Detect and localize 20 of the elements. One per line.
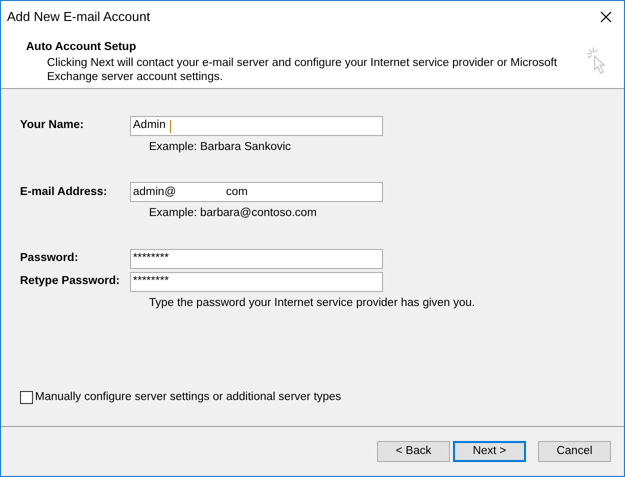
window-title: Add New E-mail Account [7,8,150,26]
hint-text: Example: Barbara Sankovic [148,140,292,155]
dialog-button[interactable]: < Back [377,441,450,462]
hint-text: Type the password your Internet service provider has given you. [148,296,476,310]
input-field[interactable]: admin@ com [130,182,383,202]
section-title: Auto Account Setup [26,40,138,55]
input-field[interactable]: Admin [130,116,383,136]
field-label: Retype Password: [20,274,121,289]
field-label: Password: [20,250,80,266]
checkbox[interactable] [20,390,33,404]
close-icon[interactable] [600,11,612,23]
dialog-button[interactable]: Cancel [538,441,611,462]
checkbox-label[interactable]: Manually configure server settings or additional server types [35,388,342,406]
hint-text: Example: barbara@contoso.com [148,206,318,222]
field-label: Your Name: [20,118,85,134]
input-field[interactable]: ******** [130,248,383,268]
section-description: Clicking Next will contact your e-mail server and configure your Internet service provider or Microsoft Exchange server account settings. [46,56,558,84]
input-field[interactable]: ******** [130,272,383,292]
dialog-button[interactable]: Next > [453,441,526,462]
field-label: E-mail Address: [20,184,108,200]
